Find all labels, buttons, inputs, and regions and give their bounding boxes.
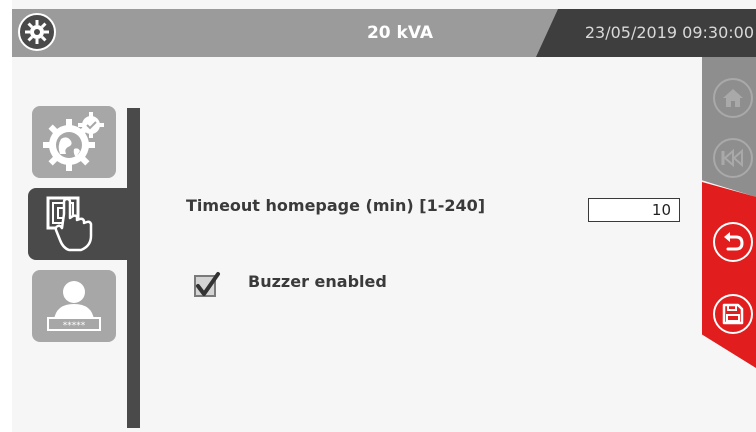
- checkmark-icon: [196, 272, 220, 296]
- rewind-icon: [721, 148, 743, 168]
- buzzer-enabled-checkbox[interactable]: [194, 272, 220, 297]
- sidebar-divider: [127, 108, 140, 428]
- home-button[interactable]: [713, 78, 753, 118]
- save-icon: [722, 303, 744, 325]
- sidebar-tab-general[interactable]: [32, 106, 116, 178]
- settings-gear-icon[interactable]: [18, 13, 56, 51]
- datetime-display: 23/05/2019 09:30:00: [584, 23, 754, 42]
- undo-button[interactable]: [713, 222, 753, 262]
- page-title: 20 kVA: [366, 23, 434, 43]
- sidebar-tab-user-password[interactable]: *****: [32, 270, 116, 342]
- timeout-homepage-label: Timeout homepage (min) [1-240]: [186, 196, 486, 215]
- user-password-icon: *****: [47, 281, 101, 331]
- rewind-button[interactable]: [713, 138, 753, 178]
- password-mask: *****: [63, 321, 86, 331]
- screen-left-border: [0, 0, 12, 432]
- touch-panel-hand-icon: [46, 196, 93, 252]
- undo-icon: [724, 232, 744, 251]
- globe-gears-icon: [43, 112, 104, 171]
- timeout-homepage-input[interactable]: 10: [588, 198, 680, 222]
- save-button[interactable]: [713, 294, 753, 334]
- home-icon: [723, 89, 743, 107]
- sidebar-tab-touch-panel[interactable]: [28, 188, 140, 260]
- buzzer-enabled-label: Buzzer enabled: [248, 272, 387, 291]
